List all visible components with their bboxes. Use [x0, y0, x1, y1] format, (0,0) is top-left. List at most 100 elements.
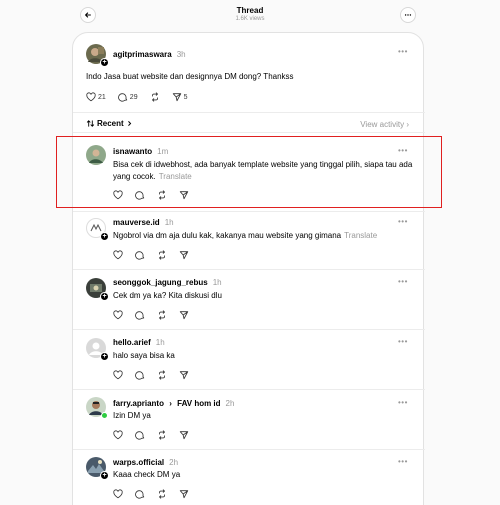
comment-icon	[135, 311, 145, 320]
send-icon	[172, 93, 181, 102]
send-icon	[179, 371, 189, 380]
reply-actions	[113, 309, 201, 321]
divider	[73, 132, 425, 133]
reply-username[interactable]: farry.aprianto	[113, 399, 164, 408]
reply-avatar[interactable]	[86, 397, 108, 419]
comment-icon	[135, 371, 145, 380]
more-horizontal-icon	[404, 14, 412, 16]
reply-avatar[interactable]: +	[86, 218, 109, 241]
view-activity-link[interactable]: View activity ›	[360, 120, 409, 129]
chevron-right-icon: ›	[406, 120, 409, 129]
repost-icon	[151, 92, 158, 102]
reply-time: 1h	[164, 218, 174, 227]
thread-more-button[interactable]	[400, 7, 416, 23]
post-avatar[interactable]: +	[86, 44, 109, 67]
share-button[interactable]: 5	[172, 92, 188, 102]
heart-icon	[113, 489, 123, 499]
follow-plus-icon[interactable]: +	[100, 352, 109, 361]
view-count: 1.6K views	[235, 16, 265, 22]
reply-to-arrow-icon: ›	[169, 399, 172, 408]
reply-username[interactable]: seonggok_jagung_rebus	[113, 278, 208, 287]
comment-icon	[135, 251, 145, 260]
follow-plus-icon[interactable]: +	[100, 471, 109, 480]
chevron-right-icon	[127, 121, 131, 126]
top-bar: Thread 1.6K views	[0, 0, 500, 30]
divider	[73, 329, 425, 330]
comment-icon	[135, 431, 145, 440]
post-text: Indo Jasa buat website dan designnya DM …	[86, 72, 294, 81]
reply-button[interactable]	[135, 370, 145, 380]
heart-icon	[86, 92, 96, 102]
share-button[interactable]	[179, 489, 189, 499]
post-username-row: agitprimaswara 3h	[113, 50, 186, 59]
follow-plus-icon[interactable]: +	[100, 232, 109, 241]
post-username[interactable]: agitprimaswara	[113, 50, 172, 59]
share-button[interactable]	[179, 250, 189, 260]
repost-icon	[159, 489, 165, 499]
share-button[interactable]	[179, 430, 189, 440]
reply-to-username[interactable]: FAV hom id	[177, 399, 220, 408]
repost-button[interactable]	[150, 92, 160, 102]
view-activity-label: View activity	[360, 120, 405, 129]
reply-avatar[interactable]: +	[86, 457, 109, 480]
reply-button[interactable]: 29	[117, 92, 138, 102]
reply-avatar[interactable]: +	[86, 338, 109, 361]
repost-button[interactable]	[157, 489, 167, 499]
reply-more-icon[interactable]: •••	[398, 398, 408, 407]
repost-button[interactable]	[157, 430, 167, 440]
comment-icon	[117, 93, 127, 102]
like-count: 21	[98, 93, 106, 101]
reply-username-row: warps.official 2h	[113, 458, 178, 467]
repost-icon	[159, 430, 165, 440]
send-icon	[179, 311, 189, 320]
repost-button[interactable]	[157, 370, 167, 380]
send-icon	[179, 251, 189, 260]
like-button[interactable]	[113, 250, 123, 260]
reply-time: 1h	[155, 338, 165, 347]
reply-text: Kaaa check DM ya	[113, 470, 181, 479]
reply-button[interactable]	[135, 489, 145, 499]
reply-more-icon[interactable]: •••	[398, 217, 408, 226]
repost-icon	[159, 370, 165, 380]
sort-dropdown[interactable]: Recent	[86, 119, 133, 128]
follow-plus-icon[interactable]: +	[100, 58, 109, 67]
like-button[interactable]	[113, 370, 123, 380]
highlight-box	[56, 136, 442, 208]
reply-text: Ngobrol via dm aja dulu kak, kakanya mau…	[113, 230, 413, 242]
share-count: 5	[183, 93, 188, 101]
reply-more-icon[interactable]: •••	[398, 457, 408, 466]
follow-plus-icon[interactable]: +	[100, 292, 109, 301]
divider	[73, 389, 425, 390]
like-button[interactable]	[113, 310, 123, 320]
like-button[interactable]: 21	[86, 92, 106, 102]
reply-button[interactable]	[135, 250, 145, 260]
post-more-icon[interactable]: •••	[398, 47, 408, 56]
like-button[interactable]	[113, 489, 123, 499]
reply-username[interactable]: warps.official	[113, 458, 164, 467]
reply-avatar[interactable]: +	[86, 278, 109, 301]
online-status-icon	[101, 412, 108, 419]
thread-card: + agitprimaswara 3h ••• Indo Jasa buat we…	[72, 32, 425, 505]
translate-link[interactable]: Translate	[344, 231, 377, 240]
share-button[interactable]	[179, 310, 189, 320]
reply-actions	[113, 488, 201, 500]
reply-username-row: farry.aprianto › FAV hom id 2h	[113, 399, 234, 408]
repost-button[interactable]	[157, 250, 167, 260]
reply-time: 2h	[169, 458, 179, 467]
reply-more-icon[interactable]: •••	[398, 337, 408, 346]
repost-button[interactable]	[157, 310, 167, 320]
reply-username[interactable]: mauverse.id	[113, 218, 160, 227]
heart-icon	[113, 370, 123, 380]
reply-time: 2h	[225, 399, 235, 408]
reply-button[interactable]	[135, 430, 145, 440]
share-button[interactable]	[179, 370, 189, 380]
reply-username[interactable]: hello.arief	[113, 338, 151, 347]
heart-icon	[113, 250, 123, 260]
reply-count: 29	[129, 93, 138, 101]
reply-actions	[113, 429, 201, 441]
reply-button[interactable]	[135, 310, 145, 320]
reply-text: Izin DM ya	[113, 411, 151, 420]
reply-more-icon[interactable]: •••	[398, 277, 408, 286]
like-button[interactable]	[113, 430, 123, 440]
divider	[73, 211, 425, 212]
